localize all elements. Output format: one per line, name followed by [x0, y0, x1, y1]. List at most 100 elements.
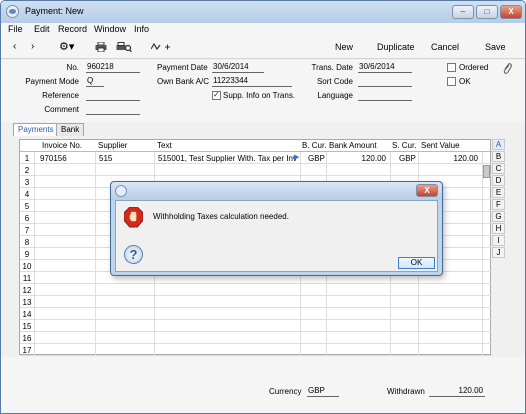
supp-info-checkbox[interactable]: [212, 90, 221, 100]
language-field[interactable]: [358, 90, 412, 101]
no-label: No.: [66, 63, 79, 72]
row-number: 9: [24, 250, 30, 259]
cell-sent-value[interactable]: 120.00: [422, 154, 478, 163]
ok-label: OK: [459, 77, 471, 86]
scrollbar-thumb[interactable]: [483, 165, 490, 178]
row-number: 6: [24, 214, 30, 223]
save-button[interactable]: Save: [485, 42, 506, 52]
comment-label: Comment: [44, 105, 79, 114]
currency-field[interactable]: GBP: [307, 386, 339, 397]
cell-text[interactable]: 515001, Test Supplier With. Tax per Inv: [158, 154, 296, 163]
tab-bank[interactable]: Bank: [56, 123, 85, 136]
row-number: 4: [24, 190, 30, 199]
dialog-close-button[interactable]: X: [416, 184, 438, 197]
stop-hand-icon: [124, 207, 143, 228]
cancel-button[interactable]: Cancel: [431, 42, 459, 52]
maximize-button[interactable]: □: [476, 5, 498, 19]
cell-bank-amount[interactable]: 120.00: [330, 154, 386, 163]
payment-mode-label: Payment Mode: [25, 77, 79, 86]
supp-info-label: Supp. Info on Trans.: [223, 91, 296, 100]
new-button[interactable]: New: [335, 42, 353, 52]
close-button[interactable]: X: [500, 5, 522, 19]
trans-date-field[interactable]: 30/6/2014: [358, 62, 412, 73]
menu-record[interactable]: Record: [58, 24, 87, 34]
withdrawn-label: Withdrawn: [387, 387, 425, 396]
row-number: 13: [22, 298, 32, 307]
header-form: No. 960218 Payment Mode Q Reference Comm…: [1, 60, 525, 122]
menu-edit[interactable]: Edit: [34, 24, 50, 34]
sort-code-field[interactable]: [358, 76, 412, 87]
row-number: 1: [24, 154, 30, 163]
side-letter-c[interactable]: C: [492, 163, 505, 174]
language-label: Language: [317, 91, 353, 100]
own-bank-label: Own Bank A/C: [157, 77, 210, 86]
dialog-title-bar: X: [111, 182, 442, 200]
withdrawn-field[interactable]: 120.00: [429, 386, 485, 397]
expand-arrow-icon[interactable]: ▶: [294, 153, 299, 161]
window-title: Payment: New: [25, 6, 84, 16]
ok-checkbox[interactable]: [447, 77, 456, 86]
gear-icon[interactable]: ⚙▾: [59, 40, 74, 53]
row-number: 2: [24, 166, 30, 175]
col-header-bank-amount: Bank Amount: [329, 141, 377, 150]
next-record-icon[interactable]: ›: [31, 41, 34, 52]
payment-date-field[interactable]: 30/6/2014: [212, 62, 264, 73]
toolbar: ‹ › ⚙▾ New Duplicate Cancel Save: [1, 37, 525, 59]
printer-icon[interactable]: [95, 42, 107, 52]
row-number: 16: [22, 334, 32, 343]
cell-supplier[interactable]: 515: [99, 154, 153, 163]
menu-bar: File Edit Record Window Info: [1, 23, 525, 37]
own-bank-field[interactable]: 11223344: [212, 76, 292, 87]
dialog-ok-button[interactable]: OK: [398, 257, 435, 269]
column-divider: [95, 151, 96, 355]
print-preview-icon[interactable]: [116, 42, 132, 53]
reference-field[interactable]: [86, 90, 140, 101]
side-letter-a[interactable]: A: [492, 139, 505, 150]
ordered-checkbox[interactable]: [447, 63, 456, 72]
menu-window[interactable]: Window: [94, 24, 126, 34]
column-divider: [34, 151, 35, 355]
cell-bcur[interactable]: GBP: [308, 154, 328, 163]
reference-label: Reference: [42, 91, 79, 100]
side-letter-j[interactable]: J: [492, 247, 505, 258]
side-letter-f[interactable]: F: [492, 199, 505, 210]
row-divider: [20, 331, 492, 332]
previous-record-icon[interactable]: ‹: [13, 41, 16, 52]
cell-invoice[interactable]: 970156: [40, 154, 94, 163]
cell-scur[interactable]: GBP: [399, 154, 417, 163]
side-letter-d[interactable]: D: [492, 175, 505, 186]
col-header-invoice: Invoice No.: [42, 141, 83, 150]
side-letter-b[interactable]: B: [492, 151, 505, 162]
row-number: 10: [22, 262, 32, 271]
paperclip-icon[interactable]: [502, 62, 512, 74]
app-icon: [6, 5, 19, 18]
minimize-button[interactable]: –: [452, 5, 474, 19]
dialog-body: Withholding Taxes calculation needed. ? …: [115, 200, 438, 272]
sort-code-label: Sort Code: [316, 77, 353, 86]
payment-mode-field[interactable]: Q: [86, 76, 104, 87]
row-number: 5: [24, 202, 30, 211]
row-number: 12: [22, 286, 32, 295]
row-divider: [20, 355, 492, 356]
comment-field[interactable]: [86, 104, 140, 115]
side-letter-i[interactable]: I: [492, 235, 505, 246]
footer: Currency GBP Withdrawn 120.00: [1, 357, 525, 413]
grid-scrollbar[interactable]: [482, 151, 491, 355]
row-divider: [20, 295, 492, 296]
activity-icon[interactable]: [151, 43, 171, 51]
no-field[interactable]: 960218: [86, 62, 140, 73]
row-number: 8: [24, 238, 30, 247]
row-divider: [20, 343, 492, 344]
side-letter-g[interactable]: G: [492, 211, 505, 222]
tab-payments[interactable]: Payments: [13, 123, 59, 136]
side-letter-h[interactable]: H: [492, 223, 505, 234]
menu-info[interactable]: Info: [134, 24, 149, 34]
duplicate-button[interactable]: Duplicate: [377, 42, 415, 52]
header-divider: [20, 151, 492, 152]
ordered-label: Ordered: [459, 63, 489, 72]
menu-file[interactable]: File: [8, 24, 23, 34]
row-divider: [20, 307, 492, 308]
side-letter-e[interactable]: E: [492, 187, 505, 198]
row-number: 14: [22, 310, 32, 319]
col-header-scur: S. Cur.: [392, 141, 417, 150]
